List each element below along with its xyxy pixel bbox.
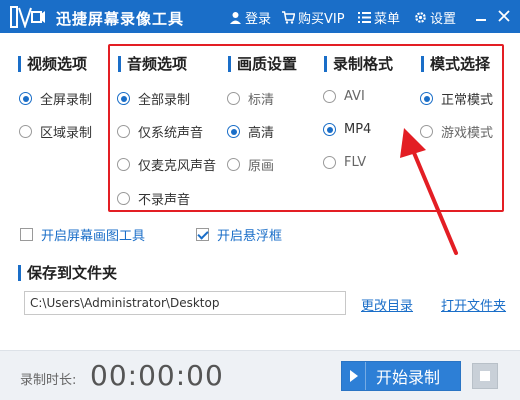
- close-icon: [498, 10, 510, 22]
- radio-label: 全部录制: [138, 93, 191, 108]
- menu-button[interactable]: 菜单: [358, 8, 400, 27]
- checkbox-draw-tool[interactable]: 开启屏幕画图工具: [20, 225, 145, 244]
- settings-label: 设置: [430, 12, 457, 27]
- section-save-folder: 保存到文件夹: [18, 262, 117, 283]
- section-title: 保存到文件夹: [27, 264, 118, 282]
- radio-indicator: [117, 192, 130, 205]
- radio-mode-game[interactable]: 游戏模式: [420, 122, 493, 141]
- radio-label: 仅麦克风声音: [138, 159, 217, 174]
- section-mode-select: 模式选择: [421, 53, 490, 74]
- section-title: 模式选择: [430, 55, 491, 73]
- radio-indicator: [117, 158, 130, 171]
- section-marker: [18, 264, 21, 281]
- gear-icon: [415, 12, 426, 23]
- change-directory-link[interactable]: 更改目录: [361, 295, 413, 314]
- radio-quality-sd[interactable]: 标清: [227, 89, 274, 108]
- login-button[interactable]: 登录: [229, 8, 271, 27]
- radio-indicator: [117, 125, 130, 138]
- radio-indicator: [323, 156, 336, 169]
- open-folder-link[interactable]: 打开文件夹: [441, 295, 506, 314]
- radio-label: MP4: [344, 122, 372, 137]
- radio-indicator: [420, 92, 433, 105]
- start-record-label: 开始录制: [376, 368, 441, 387]
- checkbox-float-window[interactable]: 开启悬浮框: [196, 225, 282, 244]
- section-marker: [228, 55, 231, 72]
- login-label: 登录: [245, 12, 272, 27]
- section-marker: [324, 55, 327, 72]
- radio-quality-original[interactable]: 原画: [227, 155, 274, 174]
- radio-label: FLV: [344, 155, 367, 170]
- radio-format-avi[interactable]: AVI: [323, 89, 365, 104]
- checkbox-label: 开启悬浮框: [217, 229, 283, 244]
- section-marker: [18, 55, 21, 72]
- menu-label: 菜单: [374, 12, 401, 27]
- radio-audio-none[interactable]: 不录声音: [117, 189, 190, 208]
- close-button[interactable]: [493, 4, 515, 28]
- app-logo-icon: [10, 6, 45, 28]
- checkbox-label: 开启屏幕画图工具: [41, 229, 146, 244]
- cart-icon: [282, 11, 295, 24]
- duration-value: 00:00:00: [90, 359, 224, 392]
- vip-label: 购买VIP: [298, 12, 345, 27]
- section-marker: [118, 55, 121, 72]
- duration-label: 录制时长:: [20, 373, 77, 388]
- radio-label: 标清: [248, 93, 275, 108]
- section-record-format: 录制格式: [324, 53, 393, 74]
- radio-mode-normal[interactable]: 正常模式: [420, 89, 493, 108]
- section-marker: [421, 55, 424, 72]
- stop-icon: [480, 371, 490, 381]
- minimize-button[interactable]: [470, 4, 492, 28]
- section-title: 视频选项: [27, 55, 88, 73]
- radio-label: 全屏录制: [40, 93, 93, 108]
- section-audio-options: 音频选项: [118, 53, 187, 74]
- radio-label: 高清: [248, 126, 275, 141]
- radio-indicator: [227, 92, 240, 105]
- radio-label: 原画: [248, 159, 275, 174]
- settings-button[interactable]: 设置: [414, 8, 456, 27]
- app-title: 迅捷屏幕录像工具: [56, 10, 185, 28]
- radio-label: 仅系统声音: [138, 126, 204, 141]
- radio-audio-system[interactable]: 仅系统声音: [117, 122, 203, 141]
- user-icon: [230, 12, 241, 24]
- radio-indicator: [19, 125, 32, 138]
- radio-region[interactable]: 区域录制: [19, 122, 92, 141]
- checkbox-indicator: [196, 228, 209, 241]
- radio-audio-all[interactable]: 全部录制: [117, 89, 190, 108]
- radio-indicator: [323, 123, 336, 136]
- radio-format-mp4[interactable]: MP4: [323, 122, 371, 137]
- section-video-options: 视频选项: [18, 53, 87, 74]
- radio-audio-mic[interactable]: 仅麦克风声音: [117, 155, 216, 174]
- radio-indicator: [227, 125, 240, 138]
- radio-label: AVI: [344, 89, 365, 104]
- bottom-bar: 录制时长: 00:00:00 开始录制: [0, 350, 520, 400]
- radio-label: 游戏模式: [441, 126, 494, 141]
- section-title: 音频选项: [127, 55, 188, 73]
- section-title: 画质设置: [237, 55, 298, 73]
- stop-button[interactable]: [472, 363, 498, 389]
- radio-label: 正常模式: [441, 93, 494, 108]
- title-bar: 迅捷屏幕录像工具 登录 购买VIP 菜单 设置: [0, 0, 520, 33]
- section-title: 录制格式: [333, 55, 394, 73]
- radio-indicator: [227, 158, 240, 171]
- play-icon: [342, 362, 366, 390]
- checkbox-indicator: [20, 228, 33, 241]
- save-path-input[interactable]: [24, 291, 346, 315]
- menu-list-icon: [358, 12, 371, 23]
- radio-indicator: [19, 92, 32, 105]
- radio-quality-hd[interactable]: 高清: [227, 122, 274, 141]
- buy-vip-button[interactable]: 购买VIP: [282, 8, 345, 27]
- radio-label: 不录声音: [138, 193, 191, 208]
- radio-fullscreen[interactable]: 全屏录制: [19, 89, 92, 108]
- radio-label: 区域录制: [40, 126, 93, 141]
- start-record-button[interactable]: 开始录制: [341, 361, 461, 391]
- minimize-icon: [476, 19, 486, 21]
- radio-indicator: [117, 92, 130, 105]
- radio-indicator: [323, 90, 336, 103]
- section-quality-settings: 画质设置: [228, 53, 297, 74]
- radio-format-flv[interactable]: FLV: [323, 155, 366, 170]
- radio-indicator: [420, 125, 433, 138]
